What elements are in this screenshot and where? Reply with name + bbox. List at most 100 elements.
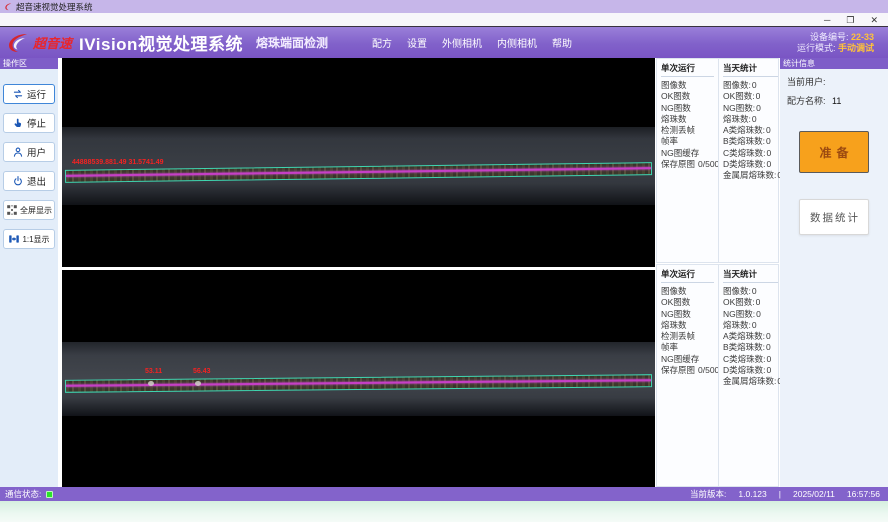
app-name: IVision视觉处理系统 bbox=[79, 30, 243, 55]
stats-panel-bottom: 单次运行 图像数OK图数NG图数熔珠数检测丢帧帧率NG图缓存保存原图0/500 … bbox=[656, 264, 779, 487]
stat-row: 图像数 bbox=[661, 286, 718, 297]
comm-status-indicator bbox=[46, 491, 53, 498]
stat-row: OK图数 bbox=[661, 91, 718, 102]
stat-row: 保存原图0/500 bbox=[661, 159, 718, 170]
stat-row: 熔珠数 bbox=[661, 320, 718, 331]
stat-row: D类熔珠数0 bbox=[723, 159, 782, 170]
status-separator: | bbox=[779, 489, 781, 499]
hand-stop-icon bbox=[12, 117, 24, 129]
device-number-label: 设备编号: bbox=[810, 32, 849, 42]
minimize-icon[interactable]: ─ bbox=[824, 13, 830, 27]
stat-row: NG图数 bbox=[661, 309, 718, 320]
measurement-annotation: 56.43 bbox=[193, 368, 211, 375]
single-run-title: 单次运行 bbox=[661, 268, 714, 283]
stat-row: 熔珠数0 bbox=[723, 320, 782, 331]
daily-stats-title: 当天统计 bbox=[723, 62, 778, 77]
ready-button[interactable]: 准备 bbox=[799, 131, 869, 173]
app-subtitle: 熔珠端面检测 bbox=[256, 34, 328, 51]
menu-item[interactable]: 外侧相机 bbox=[442, 35, 482, 50]
stat-row: 图像数0 bbox=[723, 80, 782, 91]
device-number-value: 22-33 bbox=[851, 32, 874, 42]
close-icon[interactable]: ✕ bbox=[870, 13, 878, 27]
maximize-icon[interactable]: ❐ bbox=[846, 13, 854, 27]
menu-item[interactable]: 配方 bbox=[372, 35, 392, 50]
menu-item[interactable]: 设置 bbox=[407, 35, 427, 50]
outer-camera-view[interactable]: 44888539.881.49 31.5741.49 bbox=[62, 58, 655, 267]
window-control-strip: ─ ❐ ✕ bbox=[0, 13, 888, 27]
stat-row: C类熔珠数0 bbox=[723, 354, 782, 365]
measurement-annotation: 44888539.881.49 31.5741.49 bbox=[72, 159, 163, 166]
stat-row: B类熔珠数0 bbox=[723, 342, 782, 353]
stat-row: C类熔珠数0 bbox=[723, 148, 782, 159]
user-button[interactable]: 用户 bbox=[3, 142, 55, 162]
stat-row: 检测丢帧 bbox=[661, 125, 718, 136]
run-mode-label: 运行模式: bbox=[797, 43, 836, 53]
stat-row: B类熔珠数0 bbox=[723, 136, 782, 147]
stat-row: 熔珠数 bbox=[661, 114, 718, 125]
stat-row: NG图缓存 bbox=[661, 354, 718, 365]
stat-row: NG图数 bbox=[661, 103, 718, 114]
menu-item[interactable]: 内侧相机 bbox=[497, 35, 537, 50]
comm-status-label: 通信状态: bbox=[5, 488, 41, 500]
power-icon bbox=[12, 175, 24, 187]
one-to-one-button[interactable]: 1:1显示 bbox=[3, 229, 55, 249]
stat-row: OK图数0 bbox=[723, 297, 782, 308]
recipe-name-value: 11 bbox=[832, 96, 841, 106]
stat-row: OK图数 bbox=[661, 297, 718, 308]
menu-bar: 配方设置外侧相机内侧相机帮助 bbox=[372, 35, 572, 50]
stat-row: 保存原图0/500 bbox=[661, 365, 718, 376]
stats-panel-top: 单次运行 图像数OK图数NG图数熔珠数检测丢帧帧率NG图缓存保存原图0/500 … bbox=[656, 58, 779, 263]
status-time: 16:57:56 bbox=[847, 489, 880, 499]
stop-button[interactable]: 停止 bbox=[3, 113, 55, 133]
operation-sidebar: 操作区 运行 停止 用户 退出 bbox=[0, 58, 58, 487]
status-bar: 通信状态: 当前版本: 1.0.123 | 2025/02/11 16:57:5… bbox=[0, 487, 888, 501]
brand-logo-icon bbox=[6, 33, 32, 53]
version-label: 当前版本: bbox=[690, 488, 726, 500]
desktop-strip bbox=[0, 501, 888, 522]
stat-row: A类熔珠数0 bbox=[723, 125, 782, 136]
stat-row: OK图数0 bbox=[723, 91, 782, 102]
stat-row: A类熔珠数0 bbox=[723, 331, 782, 342]
stat-row: D类熔珠数0 bbox=[723, 365, 782, 376]
brand-name: 超音速 bbox=[33, 33, 72, 52]
stat-row: 帧率 bbox=[661, 136, 718, 147]
stat-row: 金属屑熔珠数0 bbox=[723, 376, 782, 387]
current-user-label: 当前用户: bbox=[787, 77, 826, 87]
window-title: 超音速视觉处理系统 bbox=[16, 1, 93, 13]
version-value: 1.0.123 bbox=[738, 489, 766, 499]
statistics-info-panel: 统计信息 当前用户: 配方名称: 11 准备 数据统计 bbox=[780, 58, 888, 487]
stat-row: 金属屑熔珠数0 bbox=[723, 170, 782, 181]
stat-row: 图像数 bbox=[661, 80, 718, 91]
fullscreen-button[interactable]: 全屏显示 bbox=[3, 200, 55, 220]
device-info: 设备编号: 22-33 运行模式: 手动调试 bbox=[797, 32, 874, 54]
fullscreen-grid-icon bbox=[6, 204, 18, 216]
stat-row: 图像数0 bbox=[723, 286, 782, 297]
app-logo-icon bbox=[4, 2, 13, 11]
daily-stats-title: 当天统计 bbox=[723, 268, 778, 283]
run-mode-value: 手动调试 bbox=[838, 43, 874, 53]
stat-row: 熔珠数0 bbox=[723, 114, 782, 125]
inner-camera-view[interactable]: 53.11 56.43 bbox=[62, 270, 655, 487]
window-title-bar: 超音速视觉处理系统 bbox=[0, 0, 888, 13]
menu-item[interactable]: 帮助 bbox=[552, 35, 572, 50]
single-run-title: 单次运行 bbox=[661, 62, 714, 77]
stat-row: NG图缓存 bbox=[661, 148, 718, 159]
stat-row: NG图数0 bbox=[723, 309, 782, 320]
run-icon bbox=[12, 88, 24, 100]
stat-row: 帧率 bbox=[661, 342, 718, 353]
app-header: 超音速 IVision视觉处理系统 熔珠端面检测 配方设置外侧相机内侧相机帮助 … bbox=[0, 27, 888, 58]
exit-button[interactable]: 退出 bbox=[3, 171, 55, 191]
info-panel-header: 统计信息 bbox=[780, 58, 888, 69]
status-date: 2025/02/11 bbox=[793, 489, 835, 499]
measurement-annotation: 53.11 bbox=[145, 368, 162, 375]
recipe-name-label: 配方名称: bbox=[787, 96, 826, 106]
one-to-one-icon bbox=[8, 233, 20, 245]
data-statistics-button[interactable]: 数据统计 bbox=[799, 199, 869, 235]
stat-row: NG图数0 bbox=[723, 103, 782, 114]
sidebar-header: 操作区 bbox=[0, 58, 58, 69]
defect-marker bbox=[148, 381, 154, 386]
stat-row: 检测丢帧 bbox=[661, 331, 718, 342]
user-icon bbox=[12, 146, 24, 158]
run-button[interactable]: 运行 bbox=[3, 84, 55, 104]
defect-marker bbox=[195, 381, 201, 386]
